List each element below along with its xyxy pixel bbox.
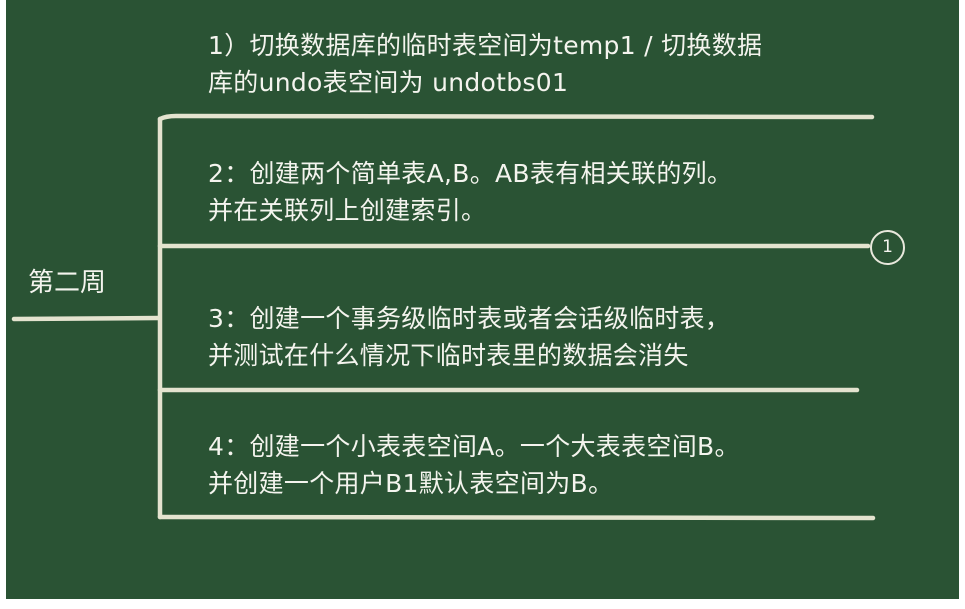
branch-2-line-1: 2：创建两个简单表A,B。AB表有相关联的列。 [208, 159, 733, 188]
canvas: 第二周 1）切换数据库的临时表空间为temp1 / 切换数据 库的undo表空间… [0, 0, 965, 609]
branch-1-line-2: 库的undo表空间为 undotbs01 [208, 68, 569, 97]
root-node-label[interactable]: 第二周 [28, 266, 106, 300]
branch-4-line-1: 4：创建一个小表表空间A。一个大表表空间B。 [208, 432, 740, 461]
branch-4-underline [157, 514, 876, 521]
branch-1-line-1: 1）切换数据库的临时表空间为temp1 / 切换数据 [208, 31, 763, 60]
branch-1-underline [157, 113, 875, 122]
branch-1-text[interactable]: 1）切换数据库的临时表空间为temp1 / 切换数据 库的undo表空间为 un… [208, 27, 762, 101]
numbered-marker-badge[interactable]: 1 [870, 230, 905, 265]
root-stem-line [11, 315, 162, 322]
branch-3-text[interactable]: 3：创建一个事务级临时表或者会话级临时表， 并测试在什么情况下临时表里的数据会消… [208, 300, 730, 374]
branch-2-text[interactable]: 2：创建两个简单表A,B。AB表有相关联的列。 并在关联列上创建索引。 [208, 155, 732, 229]
branch-4-text[interactable]: 4：创建一个小表表空间A。一个大表表空间B。 并创建一个用户B1默认表空间为B。 [208, 428, 740, 502]
branch-3-line-2: 并测试在什么情况下临时表里的数据会消失 [208, 341, 689, 370]
branch-4-line-2: 并创建一个用户B1默认表空间为B。 [208, 469, 614, 498]
branch-2-line-2: 并在关联列上创建索引。 [208, 196, 487, 225]
branch-3-line-1: 3：创建一个事务级临时表或者会话级临时表， [208, 304, 731, 333]
